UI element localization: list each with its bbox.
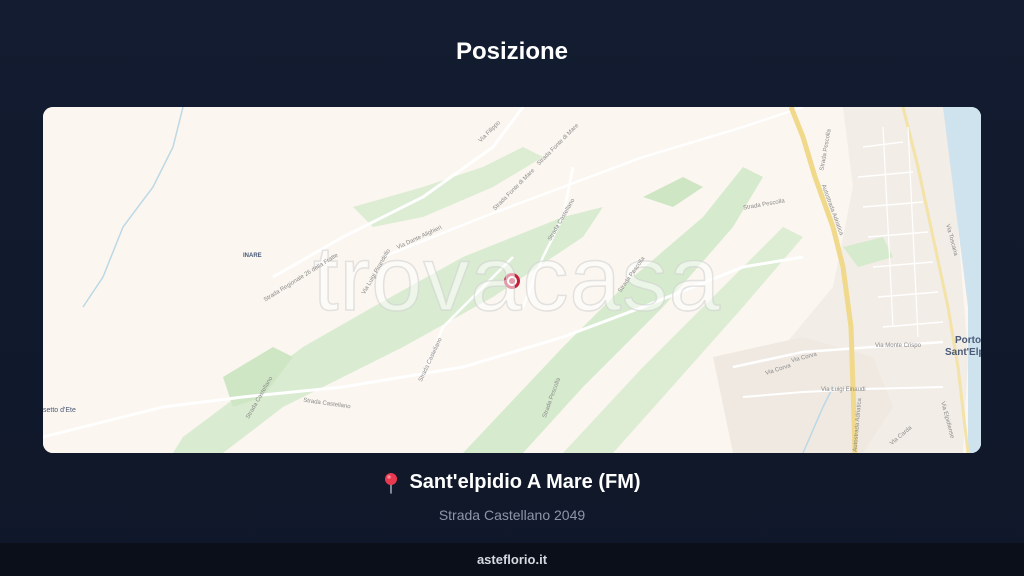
footer: asteflorio.it bbox=[0, 543, 1024, 576]
page-title: Posizione bbox=[455, 38, 569, 65]
place-label: Porto bbox=[955, 335, 981, 346]
location-city: Sant'elpidio A Mare (FM) bbox=[409, 471, 641, 493]
location-info: Sant'elpidio A Mare (FM) Strada Castella… bbox=[0, 471, 1024, 523]
map-pin-icon bbox=[383, 472, 399, 494]
street-label: Via Monte Crispo bbox=[875, 343, 921, 349]
map-container[interactable]: trovacasa Strada Regionale 26 della Frat… bbox=[43, 107, 981, 453]
footer-brand[interactable]: asteflorio.it bbox=[477, 543, 547, 576]
location-address: Strada Castellano 2049 bbox=[438, 506, 586, 523]
place-label: INARE bbox=[243, 253, 262, 259]
street-label: Via Luigi Einaudi bbox=[821, 387, 866, 393]
place-label: setto d'Ete bbox=[43, 407, 76, 414]
location-city-row: Sant'elpidio A Mare (FM) bbox=[383, 471, 641, 494]
place-label: Sant'Elpi bbox=[945, 347, 981, 358]
